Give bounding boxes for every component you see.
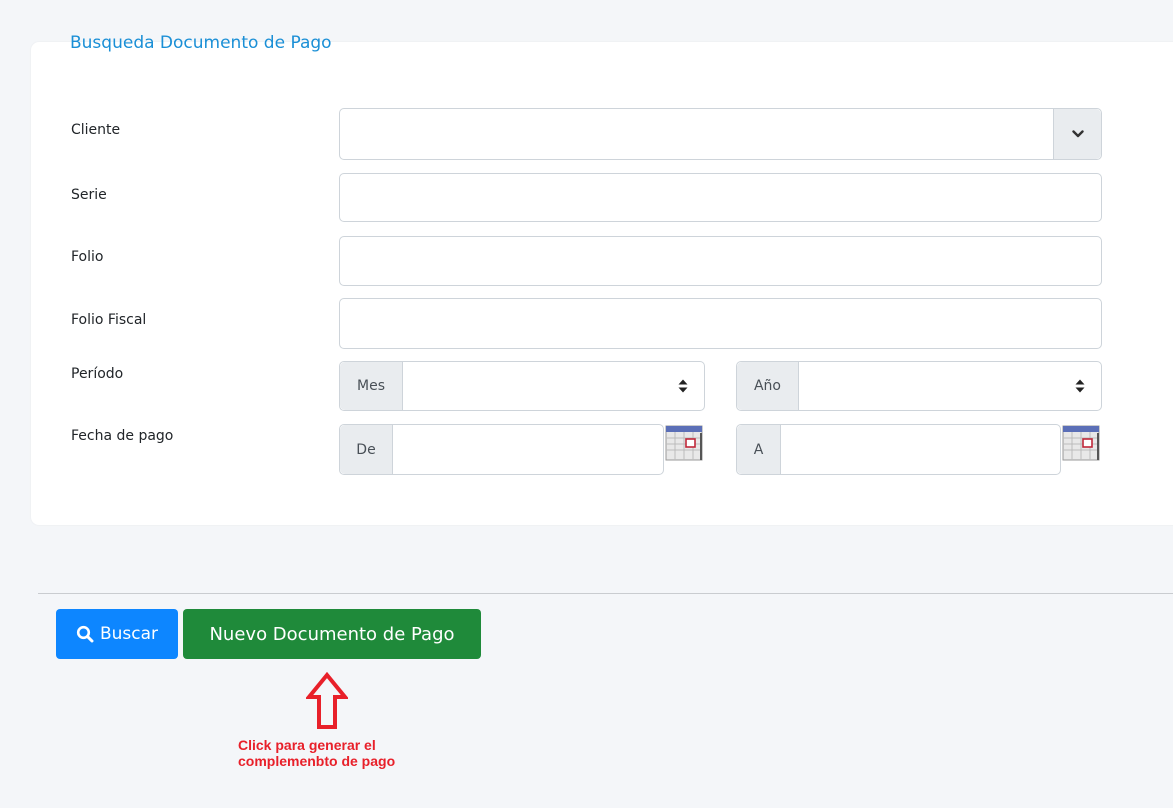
fecha-a-input[interactable]: A — [736, 424, 1061, 475]
arrow-up-icon — [306, 672, 348, 729]
cliente-dropdown-button[interactable] — [1053, 109, 1101, 159]
form-title: Busqueda Documento de Pago — [70, 33, 332, 53]
label-serie: Serie — [71, 187, 107, 203]
cliente-select[interactable] — [339, 108, 1102, 160]
folio-fiscal-input[interactable] — [339, 298, 1102, 349]
calendar-icon[interactable] — [1062, 425, 1100, 461]
sort-icon — [1075, 379, 1085, 393]
label-folio-fiscal: Folio Fiscal — [71, 312, 147, 328]
search-button[interactable]: Buscar — [56, 609, 178, 659]
search-button-label: Buscar — [99, 624, 159, 644]
calendar-icon[interactable] — [665, 425, 703, 461]
mes-addon: Mes — [340, 362, 403, 410]
page: Busqueda Documento de Pago Cliente Serie… — [0, 0, 1173, 808]
sort-icon — [678, 379, 688, 393]
label-cliente: Cliente — [71, 122, 121, 138]
label-folio: Folio — [71, 249, 104, 265]
search-icon — [76, 625, 94, 643]
folio-input[interactable] — [339, 236, 1102, 286]
fecha-a-addon: A — [737, 425, 781, 474]
serie-input[interactable] — [339, 173, 1102, 222]
anio-select[interactable]: Año — [736, 361, 1102, 411]
annotation-note: Click para generar el complemenbto de pa… — [238, 737, 396, 769]
fecha-de-input[interactable]: De — [339, 424, 664, 475]
mes-select[interactable]: Mes — [339, 361, 705, 411]
label-periodo: Período — [71, 366, 124, 382]
divider — [38, 593, 1173, 594]
label-fecha-pago: Fecha de pago — [71, 428, 174, 444]
fecha-de-addon: De — [340, 425, 393, 474]
chevron-down-icon — [1071, 130, 1084, 138]
new-payment-document-button[interactable]: Nuevo Documento de Pago — [183, 609, 481, 659]
new-payment-document-label: Nuevo Documento de Pago — [209, 623, 455, 645]
anio-addon: Año — [737, 362, 799, 410]
